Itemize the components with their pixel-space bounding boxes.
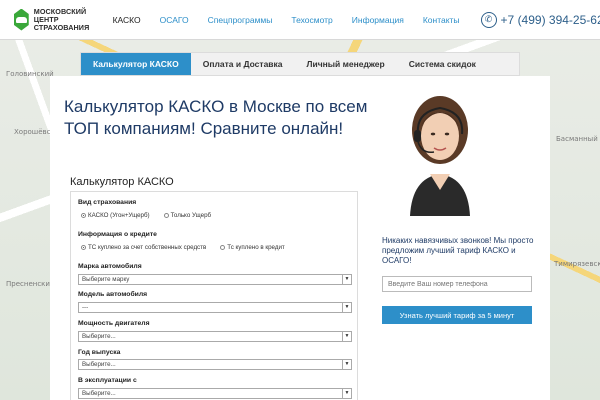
power-label: Мощность двигателя bbox=[78, 320, 150, 327]
in-use-since-label: В эксплуатации с bbox=[78, 377, 137, 384]
credit-info-group: ТС куплено за счет собственных средств Т… bbox=[81, 244, 299, 251]
year-select-value: Выберите... bbox=[82, 361, 116, 368]
chevron-down-icon: ▼ bbox=[342, 389, 351, 398]
map-label: Басманный bbox=[556, 135, 598, 143]
map-label: Тимирязевский bbox=[554, 260, 600, 268]
power-select[interactable]: Выберите... ▼ bbox=[78, 331, 352, 342]
brand-select[interactable]: Выберите марку ▼ bbox=[78, 274, 352, 285]
logo-text: МОСКОВСКИЙ ЦЕНТР СТРАХОВАНИЯ bbox=[33, 6, 90, 32]
calculator-title: Калькулятор КАСКО bbox=[70, 176, 174, 188]
phone-number[interactable]: +7 (499) 394-25-62 bbox=[501, 13, 600, 27]
nav-item-info[interactable]: Информация bbox=[352, 15, 404, 25]
chevron-down-icon: ▼ bbox=[342, 303, 351, 312]
get-best-rate-button[interactable]: Узнать лучший тариф за 5 минут bbox=[382, 306, 532, 324]
tab-discount-system[interactable]: Система скидок bbox=[397, 53, 488, 75]
radio-kasko-full[interactable]: КАСКО (Угон+Ущерб) bbox=[81, 212, 150, 219]
phone-icon: ✆ bbox=[480, 11, 497, 28]
map-label: Головинский bbox=[6, 70, 54, 78]
tab-kasko-calculator[interactable]: Калькулятор КАСКО bbox=[81, 53, 191, 75]
site-header: МОСКОВСКИЙ ЦЕНТР СТРАХОВАНИЯ КАСКО ОСАГО… bbox=[0, 0, 600, 40]
radio-icon[interactable] bbox=[220, 245, 226, 250]
in-use-since-select[interactable]: Выберите... ▼ bbox=[78, 388, 352, 399]
year-label: Год выпуска bbox=[78, 349, 121, 356]
tab-personal-manager[interactable]: Личный менеджер bbox=[295, 53, 397, 75]
brand-select-value: Выберите марку bbox=[82, 276, 130, 283]
chevron-down-icon: ▼ bbox=[342, 275, 351, 284]
chevron-down-icon: ▼ bbox=[342, 332, 351, 341]
logo[interactable]: МОСКОВСКИЙ ЦЕНТР СТРАХОВАНИЯ bbox=[14, 6, 95, 32]
radio-selected-icon[interactable] bbox=[81, 245, 86, 250]
promo-text: Никаких навязчивых звонков! Мы просто пр… bbox=[382, 236, 534, 265]
credit-info-label: Информация о кредите bbox=[78, 231, 157, 238]
model-select-value: --- bbox=[82, 304, 89, 311]
power-select-value: Выберите... bbox=[82, 333, 116, 340]
insurance-type-label: Вид страхования bbox=[78, 199, 137, 206]
radio-credit[interactable]: Тс куплено в кредит bbox=[220, 244, 285, 251]
radio-damage-only[interactable]: Только Ущерб bbox=[163, 212, 211, 219]
nav-item-special-programs[interactable]: Спецпрограммы bbox=[208, 15, 273, 25]
car-shield-icon bbox=[14, 8, 29, 31]
tab-payment-delivery[interactable]: Оплата и Доставка bbox=[191, 53, 295, 75]
nav-item-kasko[interactable]: КАСКО bbox=[113, 15, 141, 25]
in-use-since-select-value: Выберите... bbox=[82, 390, 116, 397]
nav-item-contacts[interactable]: Контакты bbox=[423, 15, 460, 25]
radio-icon[interactable] bbox=[163, 213, 169, 218]
tab-bar: Калькулятор КАСКО Оплата и Доставка Личн… bbox=[80, 52, 520, 76]
page-title: Калькулятор КАСКО в Москве по всем ТОП к… bbox=[64, 97, 368, 138]
phone-input[interactable] bbox=[382, 276, 532, 292]
map-label: Пресненский bbox=[6, 280, 55, 288]
operator-avatar bbox=[410, 96, 470, 216]
brand-label: Марка автомобиля bbox=[78, 263, 142, 270]
radio-own-funds[interactable]: ТС куплено за счет собственных средств bbox=[81, 244, 206, 251]
insurance-type-group: КАСКО (Угон+Ущерб) Только Ущерб bbox=[81, 212, 225, 219]
main-panel: Калькулятор КАСКО в Москве по всем ТОП к… bbox=[50, 76, 550, 400]
year-select[interactable]: Выберите... ▼ bbox=[78, 359, 352, 370]
radio-selected-icon[interactable] bbox=[81, 213, 86, 218]
nav-item-osago[interactable]: ОСАГО bbox=[160, 15, 189, 25]
main-nav: КАСКО ОСАГО Спецпрограммы Техосмотр Инфо… bbox=[113, 15, 479, 25]
chevron-down-icon: ▼ bbox=[342, 360, 351, 369]
model-select[interactable]: --- ▼ bbox=[78, 302, 352, 313]
model-label: Модель автомобиля bbox=[78, 291, 148, 298]
calculator-form: Вид страхования КАСКО (Угон+Ущерб) Тольк… bbox=[70, 191, 358, 400]
nav-item-inspection[interactable]: Техосмотр bbox=[291, 15, 332, 25]
header-phone[interactable]: ✆ +7 (499) 394-25-62 bbox=[480, 11, 600, 28]
